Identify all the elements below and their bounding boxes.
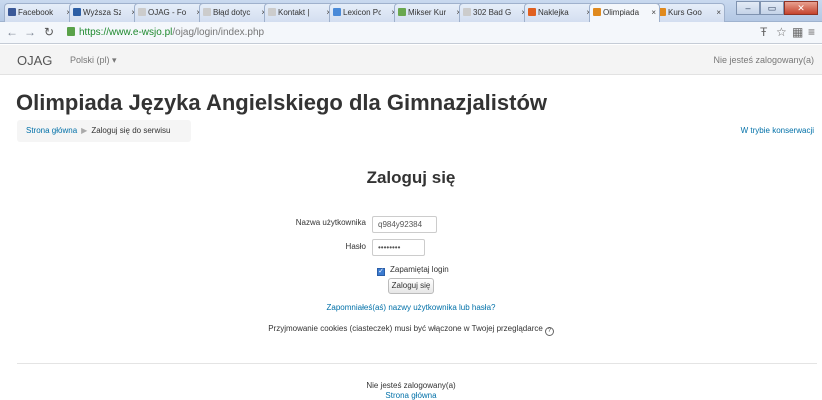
tab-close-icon[interactable]: × — [651, 4, 656, 21]
tab-label: Błąd dotyc — [213, 8, 251, 17]
footer-divider — [17, 363, 817, 364]
cookies-notice: Przyjmowanie cookies (ciasteczek) musi b… — [0, 324, 822, 336]
login-status: Nie jesteś zalogowany(a) — [713, 55, 814, 65]
browser-tab[interactable]: Lexicon Pc× — [329, 3, 400, 22]
breadcrumb: Strona główna ▶ Zaloguj się do serwisu — [17, 120, 191, 142]
browser-tab[interactable]: Olimpiada × — [589, 3, 660, 22]
favicon-icon — [73, 8, 81, 16]
tab-label: Wyższa Sz — [83, 8, 121, 17]
favicon-icon — [138, 8, 146, 16]
favicon-icon — [463, 8, 471, 16]
favicon-icon — [333, 8, 341, 16]
tab-label: Facebook — [18, 8, 54, 17]
favicon-icon — [398, 8, 406, 16]
cookies-notice-text: Przyjmowanie cookies (ciasteczek) musi b… — [268, 324, 543, 333]
favicon-icon — [528, 8, 536, 16]
window-controls: – ▭ ✕ — [736, 1, 818, 16]
forward-arrow-icon[interactable]: → — [24, 25, 36, 40]
breadcrumb-home-link[interactable]: Strona główna — [26, 126, 77, 135]
url-path: /ojag/login/index.php — [172, 27, 265, 38]
browser-tab[interactable]: OJAG - Fo× — [134, 3, 205, 22]
translate-icon[interactable]: Ŧ — [760, 25, 767, 40]
username-input[interactable] — [372, 216, 437, 233]
tab-label: Kurs Goo — [668, 8, 702, 17]
page-title: Olimpiada Języka Angielskiego dla Gimnaz… — [16, 90, 548, 115]
language-menu[interactable]: Polski (pl) ▾ — [70, 55, 117, 66]
password-input[interactable] — [372, 239, 425, 256]
breadcrumb-current: Zaloguj się do serwisu — [91, 126, 171, 135]
minimize-button[interactable]: – — [736, 1, 760, 15]
browser-tab[interactable]: Kurs Goo × — [654, 3, 725, 22]
footer-home-link[interactable]: Strona główna — [0, 391, 822, 400]
login-button[interactable]: Zaloguj się — [388, 278, 434, 294]
login-heading: Zaloguj się — [366, 168, 456, 187]
favicon-icon — [593, 8, 601, 16]
forgot-credentials-link[interactable]: Zapomniałeś(aś) nazwy użytkownika lub ha… — [0, 303, 822, 312]
help-icon[interactable]: ? — [544, 327, 554, 336]
tab-label: Mikser Kur — [408, 8, 446, 17]
maximize-button[interactable]: ▭ — [760, 1, 784, 15]
breadcrumb-separator-icon: ▶ — [81, 126, 88, 135]
tab-label: Lexicon Pc — [343, 8, 381, 17]
favicon-icon — [8, 8, 16, 16]
username-label: Nazwa użytkownika — [295, 218, 366, 227]
remember-checkbox[interactable]: ✓ — [377, 268, 385, 276]
browser-tab[interactable]: Facebook× — [4, 3, 75, 22]
favicon-icon — [268, 8, 276, 16]
star-bookmark-icon[interactable]: ☆ — [776, 25, 787, 40]
tab-label: Naklejka — [538, 8, 569, 17]
reload-icon[interactable]: ↻ — [44, 25, 54, 40]
menu-icon[interactable]: ≡ — [808, 25, 815, 40]
extension-icon[interactable]: ▦ — [792, 25, 803, 40]
password-label: Hasło — [345, 242, 366, 251]
remember-label: Zapamiętaj login — [390, 265, 449, 274]
window-close-button[interactable]: ✕ — [784, 1, 818, 15]
browser-tab[interactable]: Naklejka × — [524, 3, 595, 22]
lock-icon — [67, 27, 75, 36]
url-host: https://www.e-wsjo.pl — [79, 27, 173, 38]
tab-label: Kontakt | — [278, 8, 310, 17]
footer-login-info: Nie jesteś zalogowany(a) — [366, 381, 456, 390]
site-brand[interactable]: OJAG — [17, 53, 52, 68]
tab-label: Olimpiada — [603, 8, 640, 17]
tab-label: 302 Bad Ga — [473, 8, 511, 17]
browser-tab[interactable]: Błąd dotyc× — [199, 3, 270, 22]
site-navbar: OJAG Polski (pl) ▾ Nie jesteś zalogowany… — [0, 45, 822, 75]
back-arrow-icon[interactable]: ← — [6, 25, 18, 40]
remember-login[interactable]: ✓ Zapamiętaj login — [377, 265, 449, 276]
browser-tab[interactable]: Mikser Kur× — [394, 3, 465, 22]
address-bar[interactable]: https://www.e-wsjo.pl/ojag/login/index.p… — [63, 25, 753, 41]
tab-close-icon[interactable]: × — [716, 4, 721, 21]
browser-tab[interactable]: Wyższa Sz× — [69, 3, 140, 22]
browser-tab-strip: Facebook×Wyższa Sz×OJAG - Fo×Błąd dotyc×… — [0, 0, 822, 22]
browser-toolbar: ← → ↻ https://www.e-wsjo.pl/ojag/login/i… — [0, 22, 822, 44]
browser-tab[interactable]: 302 Bad Ga× — [459, 3, 530, 22]
maintenance-mode-link[interactable]: W trybie konserwacji — [741, 126, 814, 135]
tab-label: OJAG - Fo — [148, 8, 186, 17]
browser-tab[interactable]: Kontakt | × — [264, 3, 335, 22]
favicon-icon — [203, 8, 211, 16]
